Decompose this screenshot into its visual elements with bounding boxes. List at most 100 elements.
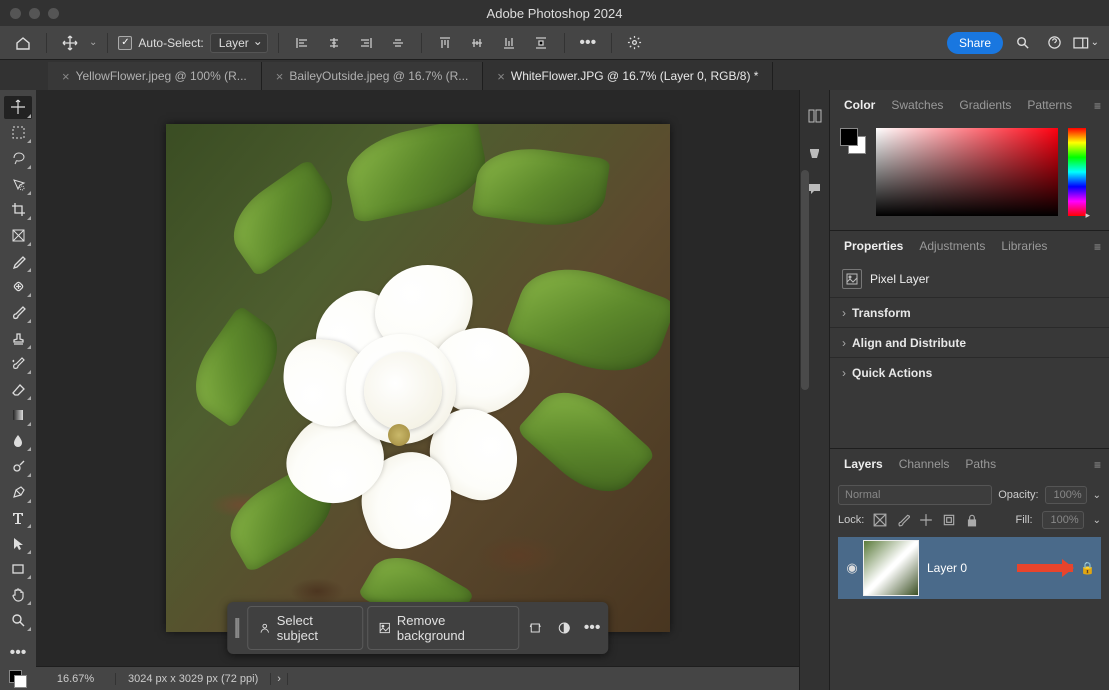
color-field[interactable] — [876, 128, 1058, 216]
auto-select-checkbox[interactable] — [118, 36, 132, 50]
quick-actions-section[interactable]: Quick Actions — [830, 357, 1109, 387]
document-tab-1[interactable]: YellowFlower.jpeg @ 100% (R... — [48, 62, 262, 90]
color-swatch-icon[interactable] — [4, 667, 32, 690]
panel-icon-1[interactable] — [807, 108, 823, 129]
hand-tool[interactable] — [4, 583, 32, 606]
transform-section[interactable]: Transform — [830, 297, 1109, 327]
libraries-tab[interactable]: Libraries — [993, 231, 1055, 261]
home-button[interactable] — [10, 30, 36, 56]
blur-tool[interactable] — [4, 430, 32, 453]
move-tool[interactable] — [4, 96, 32, 119]
document-info[interactable]: 3024 px x 3029 px (72 ppi) — [116, 673, 271, 685]
gradient-tool[interactable] — [4, 404, 32, 427]
layer-lock-icon[interactable]: 🔒 — [1080, 561, 1095, 575]
settings-icon[interactable] — [622, 30, 648, 56]
drag-handle-icon[interactable] — [235, 618, 239, 638]
shape-tool[interactable] — [4, 558, 32, 581]
workspace-switcher-icon[interactable]: ⌄ — [1073, 30, 1099, 56]
panel-menu-icon[interactable]: ≡ — [1094, 240, 1101, 254]
lock-all-icon[interactable] — [965, 513, 979, 527]
adjustments-tab[interactable]: Adjustments — [911, 231, 993, 261]
fill-input[interactable]: 100% — [1042, 511, 1084, 529]
options-bar: ⌄ Auto-Select: Layer ••• Share ⌄ — [0, 26, 1109, 60]
eyedropper-tool[interactable] — [4, 250, 32, 273]
gradients-tab[interactable]: Gradients — [951, 90, 1019, 120]
more-tasks-icon[interactable]: ••• — [580, 615, 604, 641]
paths-tab[interactable]: Paths — [957, 449, 1004, 479]
lock-transparent-icon[interactable] — [873, 513, 887, 527]
move-tool-icon[interactable] — [57, 30, 83, 56]
panel-icon-2[interactable] — [807, 145, 822, 165]
quick-select-tool[interactable] — [4, 173, 32, 196]
panel-menu-icon[interactable]: ≡ — [1094, 458, 1101, 472]
document-canvas[interactable] — [166, 124, 670, 632]
foreground-background-swatch[interactable] — [840, 128, 866, 154]
remove-background-button[interactable]: Remove background — [367, 606, 520, 650]
align-left-icon[interactable] — [289, 30, 315, 56]
color-tab[interactable]: Color — [836, 90, 883, 120]
align-hcenter-icon[interactable] — [321, 30, 347, 56]
edit-toolbar-icon[interactable]: ••• — [4, 642, 32, 665]
opacity-label: Opacity: — [998, 489, 1038, 501]
swatches-tab[interactable]: Swatches — [883, 90, 951, 120]
layers-tab[interactable]: Layers — [836, 449, 891, 479]
more-align-icon[interactable] — [385, 30, 411, 56]
distribute-icon[interactable] — [528, 30, 554, 56]
vertical-scrollbar[interactable] — [801, 170, 809, 390]
share-button[interactable]: Share — [947, 32, 1003, 54]
window-minimize[interactable] — [29, 8, 40, 19]
dodge-tool[interactable] — [4, 455, 32, 478]
document-tab-2[interactable]: BaileyOutside.jpeg @ 16.7% (R... — [262, 62, 484, 90]
pen-tool[interactable] — [4, 481, 32, 504]
window-close[interactable] — [10, 8, 21, 19]
healing-tool[interactable] — [4, 276, 32, 299]
opacity-input[interactable]: 100% — [1045, 486, 1087, 504]
transform-icon[interactable] — [523, 615, 547, 641]
lasso-tool[interactable] — [4, 147, 32, 170]
patterns-tab[interactable]: Patterns — [1019, 90, 1080, 120]
lock-position-icon[interactable] — [919, 513, 933, 527]
auto-select-mode-dropdown[interactable]: Layer — [210, 33, 268, 53]
tools-panel: ••• — [0, 90, 36, 690]
align-bottom-icon[interactable] — [496, 30, 522, 56]
lock-pixels-icon[interactable] — [896, 513, 910, 527]
visibility-toggle-icon[interactable]: ◉ — [841, 560, 863, 576]
stamp-tool[interactable] — [4, 327, 32, 350]
align-section[interactable]: Align and Distribute — [830, 327, 1109, 357]
panel-menu-icon[interactable]: ≡ — [1094, 99, 1101, 113]
blend-mode-dropdown[interactable]: Normal — [838, 485, 992, 505]
window-zoom[interactable] — [48, 8, 59, 19]
layer-thumbnail[interactable] — [863, 540, 919, 596]
marquee-tool[interactable] — [4, 122, 32, 145]
lock-label: Lock: — [838, 514, 864, 526]
align-vcenter-icon[interactable] — [464, 30, 490, 56]
help-icon[interactable] — [1041, 30, 1067, 56]
eraser-tool[interactable] — [4, 378, 32, 401]
comments-icon[interactable] — [807, 181, 822, 201]
align-top-icon[interactable] — [432, 30, 458, 56]
search-icon[interactable] — [1009, 30, 1035, 56]
hue-slider[interactable] — [1068, 128, 1086, 216]
type-tool[interactable] — [4, 507, 32, 530]
lock-artboard-icon[interactable] — [942, 513, 956, 527]
right-panels: Color Swatches Gradients Patterns ≡ Prop… — [829, 90, 1109, 690]
adjustment-icon[interactable] — [552, 615, 576, 641]
channels-tab[interactable]: Channels — [891, 449, 958, 479]
color-panel: Color Swatches Gradients Patterns ≡ — [830, 90, 1109, 231]
frame-tool[interactable] — [4, 224, 32, 247]
history-brush-tool[interactable] — [4, 353, 32, 376]
auto-select-label: Auto-Select: — [138, 36, 203, 50]
path-select-tool[interactable] — [4, 532, 32, 555]
brush-tool[interactable] — [4, 301, 32, 324]
status-bar: 16.67% 3024 px x 3029 px (72 ppi) › — [36, 666, 799, 690]
properties-tab[interactable]: Properties — [836, 231, 911, 261]
align-right-icon[interactable] — [353, 30, 379, 56]
zoom-tool[interactable] — [4, 609, 32, 632]
crop-tool[interactable] — [4, 199, 32, 222]
layer-name[interactable]: Layer 0 — [927, 561, 967, 575]
document-tab-3[interactable]: WhiteFlower.JPG @ 16.7% (Layer 0, RGB/8)… — [483, 62, 773, 90]
select-subject-button[interactable]: Select subject — [247, 606, 363, 650]
zoom-level[interactable]: 16.67% — [36, 673, 116, 685]
layer-row[interactable]: ◉ Layer 0 🔒 — [838, 537, 1101, 599]
more-options-icon[interactable]: ••• — [575, 30, 601, 56]
